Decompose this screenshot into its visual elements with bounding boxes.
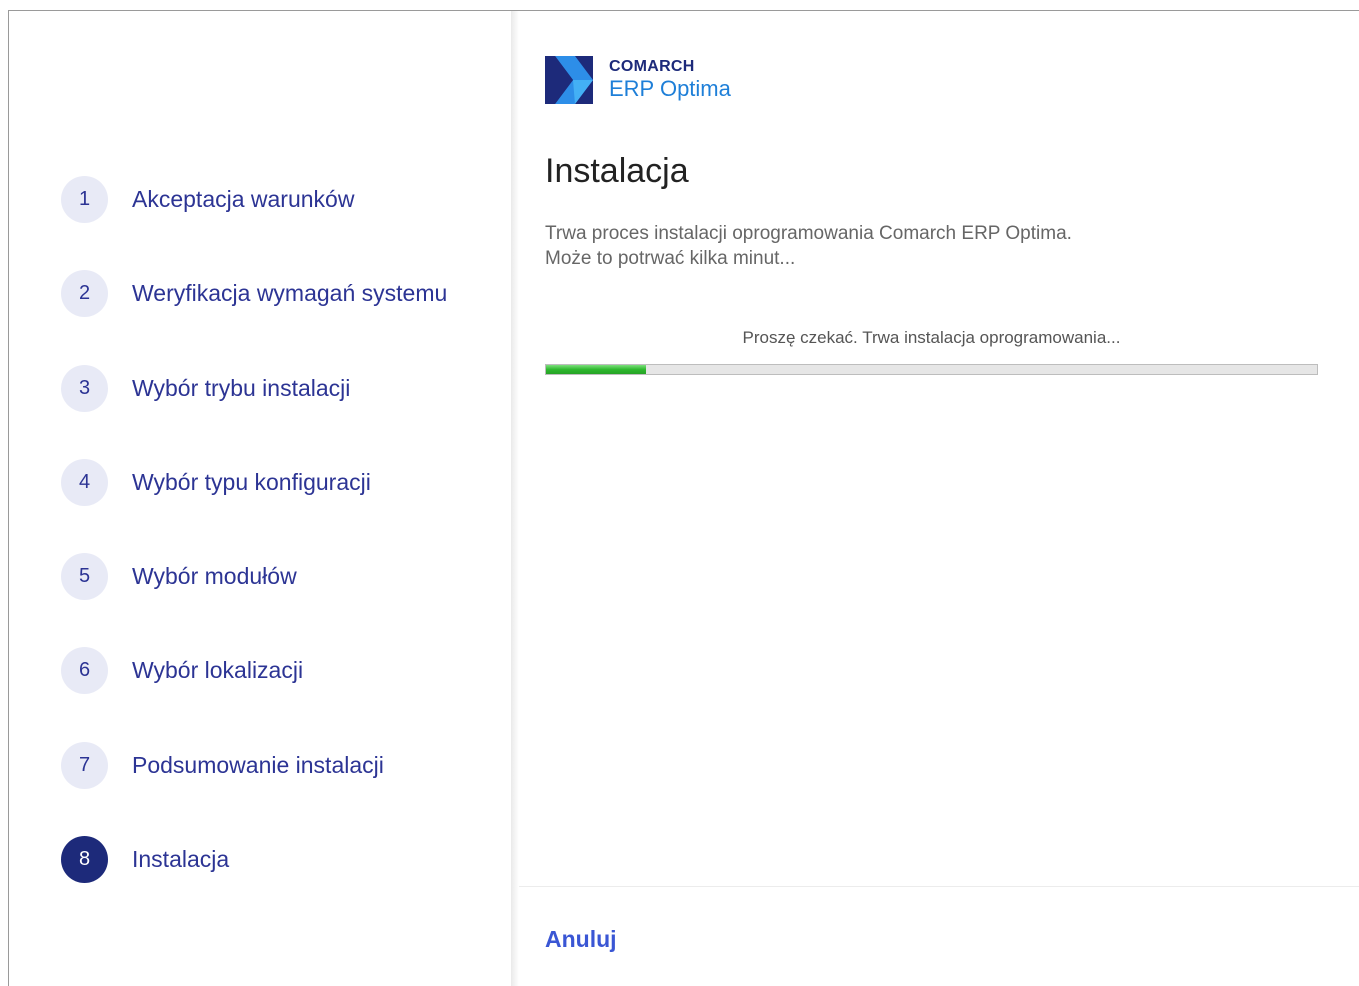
step-number: 7 [61,741,108,789]
step-8-active: 8 Instalacja [61,835,229,883]
sidebar-divider [511,11,519,986]
step-3: 3 Wybór trybu instalacji [61,364,350,412]
step-2: 2 Weryfikacja wymagań systemu [61,269,447,317]
step-label: Podsumowanie instalacji [132,751,384,778]
comarch-logo: COMARCH ERP Optima [545,56,731,104]
comarch-logo-icon [545,56,593,104]
installer-window: 1 Akceptacja warunków 2 Weryfikacja wyma… [8,10,1359,986]
main-panel: COMARCH ERP Optima Instalacja Trwa proce… [519,11,1359,986]
step-label: Akceptacja warunków [132,185,355,212]
cancel-button[interactable]: Anuluj [545,926,617,953]
step-number: 5 [61,552,108,600]
step-number: 1 [61,175,108,223]
page-title: Instalacja [545,152,689,190]
progress-status-text: Proszę czekać. Trwa instalacja oprogramo… [742,328,1121,347]
step-label: Instalacja [132,845,230,872]
step-label: Wybór trybu instalacji [132,374,351,401]
step-number: 8 [61,835,108,883]
step-number: 4 [61,458,108,506]
steps-sidebar: 1 Akceptacja warunków 2 Weryfikacja wyma… [9,11,512,986]
description-line: Może to potrwać kilka minut... [545,248,796,269]
step-label: Wybór lokalizacji [132,656,304,683]
step-6: 6 Wybór lokalizacji [61,646,303,694]
logo-product-text: ERP Optima [609,76,731,101]
step-label: Weryfikacja wymagań systemu [132,279,448,306]
step-5: 5 Wybór modułów [61,552,297,600]
description-line: Trwa proces instalacji oprogramowania Co… [545,223,1072,244]
progress-bar [545,364,1318,375]
step-number: 6 [61,646,108,694]
installation-description: Trwa proces instalacji oprogramowania Co… [545,221,1072,271]
step-label: Wybór typu konfiguracji [132,468,371,495]
footer-divider [519,886,1359,887]
step-label: Wybór modułów [132,562,297,589]
step-4: 4 Wybór typu konfiguracji [61,458,371,506]
step-1: 1 Akceptacja warunków [61,175,354,223]
step-number: 3 [61,364,108,412]
step-number: 2 [61,269,108,317]
logo-brand-text: COMARCH [609,58,695,75]
step-7: 7 Podsumowanie instalacji [61,741,384,789]
progress-bar-fill [546,365,647,374]
